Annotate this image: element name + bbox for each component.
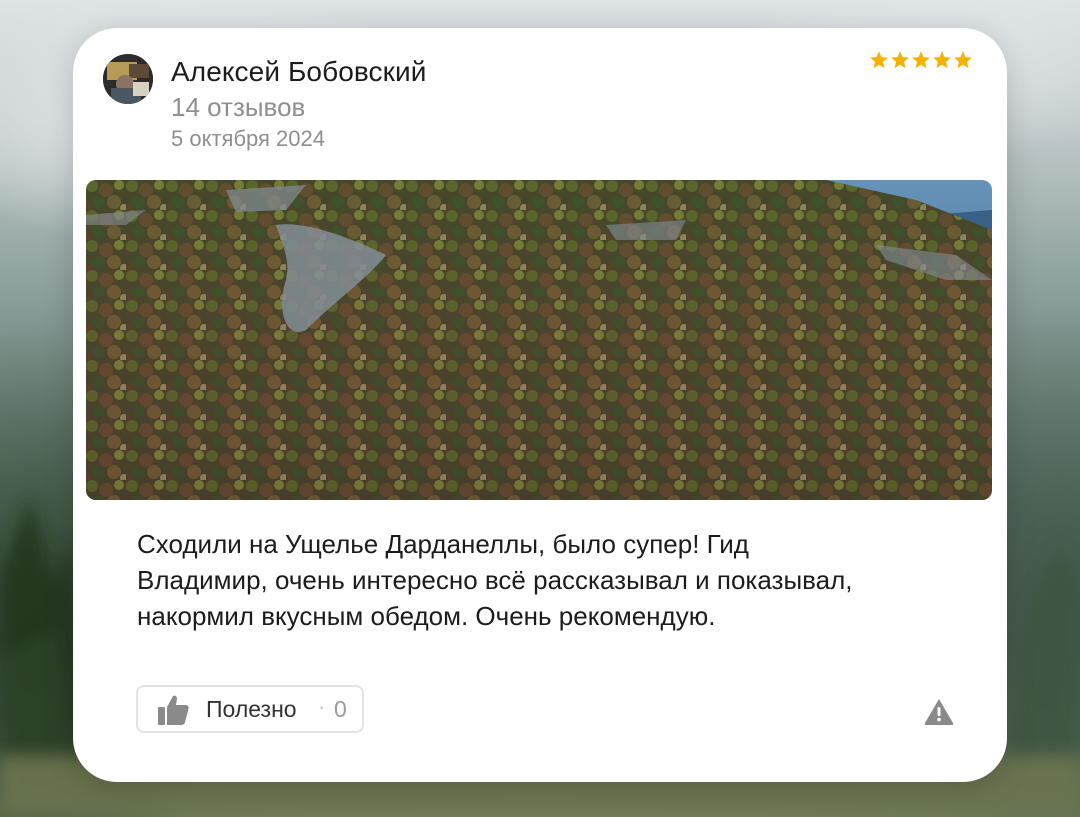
rating-stars [869, 50, 973, 70]
author-name[interactable]: Алексей Бобовский [171, 56, 427, 88]
review-count: 14 отзывов [171, 92, 306, 122]
review-photo[interactable] [86, 180, 992, 500]
star-icon [954, 51, 972, 69]
review-text: Сходили на Ущелье Дарданеллы, было супер… [137, 529, 853, 631]
review-card: Алексей Бобовский 14 отзывов 5 октября 2… [73, 28, 1007, 782]
useful-count: 0 [334, 696, 347, 722]
review-date: 5 октября 2024 [171, 126, 325, 151]
forest-photo [86, 180, 992, 500]
warning-icon[interactable] [924, 698, 954, 725]
useful-label: Полезно [206, 696, 297, 722]
star-icon [891, 51, 909, 69]
avatar[interactable] [103, 54, 153, 104]
useful-separator: · [318, 694, 326, 719]
thumbs-up-icon [158, 695, 189, 725]
avatar-image [103, 54, 153, 104]
star-icon [870, 51, 888, 69]
star-icon [933, 51, 951, 69]
useful-button[interactable]: Полезно · 0 [136, 685, 364, 733]
star-icon [912, 51, 930, 69]
